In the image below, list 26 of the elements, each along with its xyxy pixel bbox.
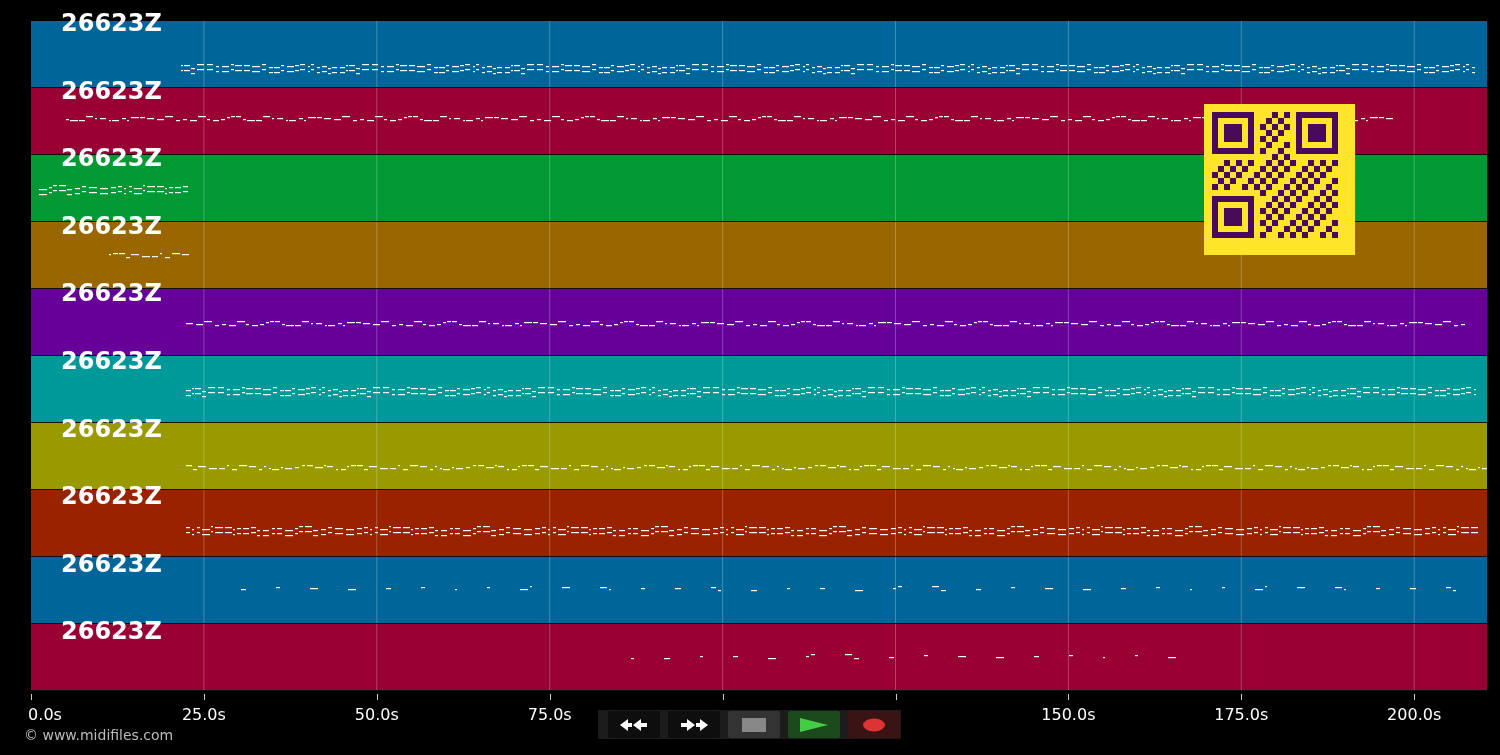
track-label: 26623Z <box>61 484 162 509</box>
axis-tick-label: 50.0s <box>354 705 399 724</box>
stop-button[interactable] <box>728 711 780 738</box>
axis-tick-label: 25.0s <box>181 705 226 724</box>
track-label: 26623Z <box>61 551 162 576</box>
rewind-button[interactable] <box>608 711 660 738</box>
track-label: 26623Z <box>61 416 162 441</box>
record-button[interactable] <box>848 711 900 738</box>
fast-forward-icon <box>679 717 709 732</box>
track-label: 26623Z <box>61 349 162 373</box>
play-icon <box>799 716 829 733</box>
track-label: 26623Z <box>61 619 162 644</box>
axis-tick-label: 175.0s <box>1214 705 1269 724</box>
track-label: 26623Z <box>61 281 162 306</box>
play-button[interactable] <box>788 711 840 738</box>
axis-tick-label: 150.0s <box>1041 705 1096 724</box>
record-icon <box>862 717 886 732</box>
rewind-icon <box>619 717 649 732</box>
axis-tick-label: 75.0s <box>527 705 572 724</box>
stop-icon <box>742 717 766 732</box>
fast-forward-button[interactable] <box>668 711 720 738</box>
axis-tick-label: 200.0s <box>1387 705 1442 724</box>
axis-tick-label: 0.0s <box>28 705 62 724</box>
qr-code-icon <box>1204 104 1355 255</box>
track-label: 26623Z <box>61 213 162 238</box>
copyright-text: © www.midifiles.com <box>24 727 174 743</box>
